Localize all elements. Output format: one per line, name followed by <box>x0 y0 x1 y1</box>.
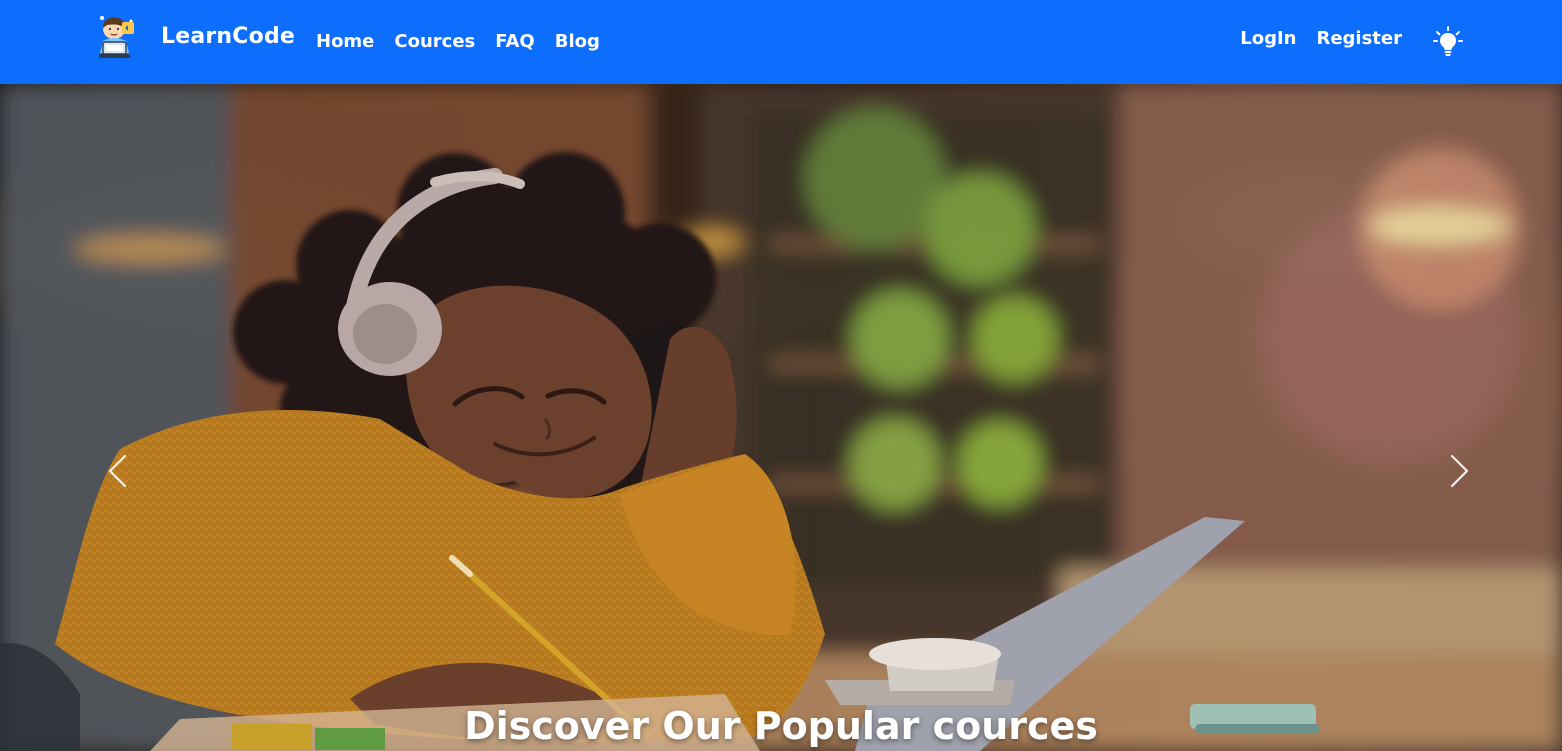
nav-blog-link[interactable]: Blog <box>555 30 600 54</box>
chevron-right-icon <box>1450 454 1469 488</box>
carousel-next-button[interactable] <box>1425 84 1495 751</box>
lightbulb-icon <box>1433 26 1463 56</box>
student-studying-photo <box>0 84 1562 751</box>
brand-name: LearnCode <box>161 24 296 49</box>
register-link[interactable]: Register <box>1316 27 1402 51</box>
login-link[interactable]: LogIn <box>1240 27 1296 51</box>
top-navbar: LearnCode Home Cources FAQ Blog LogIn Re… <box>0 0 1562 84</box>
hero-carousel: Discover Our Popular cources <box>0 84 1562 751</box>
brand-link[interactable]: LearnCode <box>95 14 295 60</box>
main-navigation: Home Cources FAQ Blog <box>316 30 600 54</box>
nav-home-link[interactable]: Home <box>316 30 374 54</box>
carousel-previous-button[interactable] <box>82 84 152 751</box>
student-laptop-icon <box>99 16 134 58</box>
hero-caption: Discover Our Popular cources <box>464 704 1098 748</box>
auth-navigation: LogIn Register <box>1240 27 1402 51</box>
nav-faq-link[interactable]: FAQ <box>495 30 534 54</box>
chevron-left-icon <box>108 454 127 488</box>
theme-toggle-button[interactable] <box>1432 26 1464 58</box>
nav-cources-link[interactable]: Cources <box>394 30 475 54</box>
